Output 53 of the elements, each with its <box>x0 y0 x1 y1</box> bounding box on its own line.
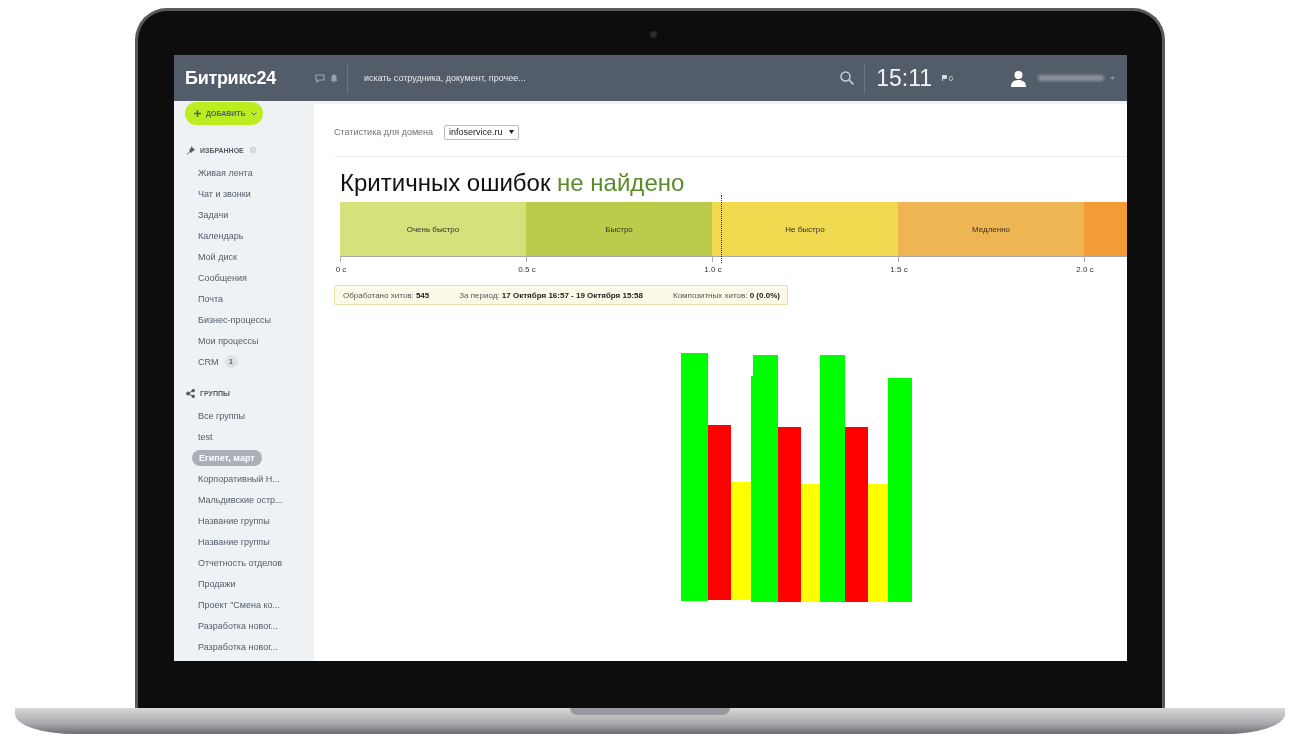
tick-label: 0.5 с <box>518 265 536 274</box>
sidebar-item[interactable]: Все группы <box>198 410 245 421</box>
sidebar-item[interactable]: Календарь <box>198 230 244 241</box>
caret-icon <box>508 130 514 134</box>
sidebar-item[interactable]: CRM <box>198 356 219 367</box>
sidebar-item[interactable]: Разработка новог... <box>198 620 278 631</box>
page-heading: Критичных ошибок не найдено <box>340 169 686 197</box>
domain-select[interactable]: infoservice.ru <box>444 124 519 140</box>
search-field[interactable]: искать сотрудника, документ, прочее... <box>364 73 664 83</box>
camera-icon <box>650 31 657 38</box>
search-icon[interactable] <box>840 71 855 85</box>
speed-segment: Медленно <box>898 202 1084 256</box>
share-icon <box>186 388 195 398</box>
stat-text: За период: 17 Октября 16:57 - 19 Октября 15:58 <box>459 290 643 300</box>
sidebar-item[interactable]: Мальдивские остр... <box>198 494 283 505</box>
domain-label: Статистика для домена <box>334 127 434 137</box>
sidebar-item[interactable]: Почта <box>198 293 223 304</box>
stat-text: Обработано хитов: 545 <box>343 290 430 300</box>
sidebar-item[interactable]: test <box>198 431 213 442</box>
sidebar-item[interactable]: Сообщения <box>198 272 247 283</box>
sidebar-item[interactable]: Корпоративный Н... <box>198 473 280 484</box>
tick-label: 1.0 с <box>704 265 722 274</box>
gear-icon[interactable] <box>248 146 257 154</box>
sidebar-item[interactable]: Чат и звонки <box>198 188 251 199</box>
caret-icon[interactable] <box>1110 76 1115 80</box>
pin-icon <box>186 145 195 155</box>
clock-time: 15:11 <box>876 64 933 92</box>
speed-segment: Очень быстро <box>340 202 526 256</box>
sidebar-item[interactable]: Бизнес-процессы <box>198 314 271 325</box>
sidebar-item[interactable]: Название группы <box>198 515 270 526</box>
speed-segment: Быстро <box>526 202 712 256</box>
blurred-user-name[interactable] <box>1038 75 1104 81</box>
speed-segment: Не быстро <box>712 202 898 256</box>
caret-icon <box>250 111 257 116</box>
flag-icon[interactable] <box>942 75 948 81</box>
chat-icon[interactable] <box>315 73 325 83</box>
sidebar-item[interactable]: Задачи <box>198 209 229 220</box>
stat-text: Композитных хитов: 0 (0.0%) <box>672 290 780 300</box>
sidebar-item[interactable]: Мой диск <box>198 251 237 262</box>
tick-label: 0 с <box>335 265 347 274</box>
bell-icon[interactable] <box>330 73 338 83</box>
sidebar-item[interactable]: Проект "Смена ко... <box>198 599 281 610</box>
user-icon[interactable] <box>1011 69 1026 87</box>
sidebar-item[interactable]: Разработка новог... <box>198 641 278 652</box>
sidebar-item[interactable]: Отчетность отделов <box>198 557 283 568</box>
sidebar-item[interactable]: Живая лента <box>198 167 253 178</box>
tick-label: 1.5 с <box>890 265 908 274</box>
sidebar-item[interactable]: Мои процессы <box>198 335 259 346</box>
tick-label: 2.0 с <box>1076 265 1094 274</box>
logo[interactable]: Битрикс24 <box>185 67 315 89</box>
plus-icon <box>194 110 201 117</box>
sidebar-item[interactable]: Название группы <box>198 536 270 547</box>
sidebar-item[interactable]: Продажи <box>198 578 236 589</box>
